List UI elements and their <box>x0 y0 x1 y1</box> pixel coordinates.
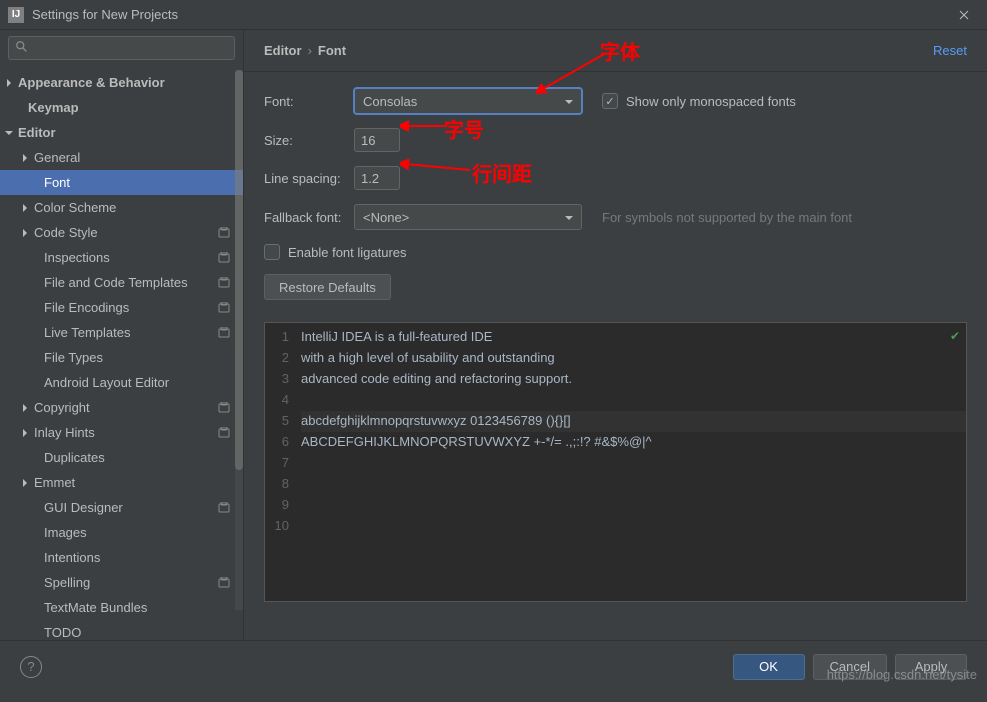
tree-arrow-icon <box>20 228 30 238</box>
tree-item-android-layout-editor[interactable]: Android Layout Editor <box>0 370 243 395</box>
tree-item-emmet[interactable]: Emmet <box>0 470 243 495</box>
window-title: Settings for New Projects <box>32 7 949 22</box>
search-input[interactable] <box>29 41 228 55</box>
ligatures-label: Enable font ligatures <box>288 245 407 260</box>
close-button[interactable] <box>949 0 979 30</box>
tree-item-spelling[interactable]: Spelling <box>0 570 243 595</box>
tree-item-label: Inlay Hints <box>34 425 95 440</box>
tree-item-label: Inspections <box>44 250 110 265</box>
reset-link[interactable]: Reset <box>933 43 967 58</box>
font-label: Font: <box>264 94 354 109</box>
tree-arrow-icon <box>20 478 30 488</box>
tree-item-file-and-code-templates[interactable]: File and Code Templates <box>0 270 243 295</box>
tree-item-inlay-hints[interactable]: Inlay Hints <box>0 420 243 445</box>
tree-item-label: Spelling <box>44 575 90 590</box>
tree-item-label: Color Scheme <box>34 200 116 215</box>
tree-item-label: Duplicates <box>44 450 105 465</box>
settings-tree[interactable]: Appearance & Behavior Keymap Editor General… <box>0 66 243 640</box>
project-badge-icon <box>217 326 231 340</box>
tree-item-label: Emmet <box>34 475 75 490</box>
tree-item-label: Code Style <box>34 225 98 240</box>
font-preview[interactable]: 12345678910 IntelliJ IDEA is a full-feat… <box>264 322 967 602</box>
fallback-hint: For symbols not supported by the main fo… <box>602 210 852 225</box>
project-badge-icon <box>217 401 231 415</box>
tree-item-label: Live Templates <box>44 325 130 340</box>
size-label: Size: <box>264 133 354 148</box>
tree-item-label: General <box>34 150 80 165</box>
tree-item-gui-designer[interactable]: GUI Designer <box>0 495 243 520</box>
tree-item-file-types[interactable]: File Types <box>0 345 243 370</box>
tree-arrow-icon <box>4 128 14 138</box>
tree-item-label: File and Code Templates <box>44 275 188 290</box>
tree-item-label: Copyright <box>34 400 90 415</box>
fallback-combobox[interactable]: <None> <box>354 204 582 230</box>
monospace-checkbox[interactable] <box>602 93 618 109</box>
project-badge-icon <box>217 301 231 315</box>
tree-item-label: Font <box>44 175 70 190</box>
preview-gutter: 12345678910 <box>265 323 295 601</box>
tree-item-label: Editor <box>18 125 56 140</box>
tree-item-keymap[interactable]: Keymap <box>0 95 243 120</box>
watermark: https://blog.csdn.net/tysite <box>827 667 977 682</box>
tree-item-color-scheme[interactable]: Color Scheme <box>0 195 243 220</box>
chevron-down-icon <box>565 94 573 109</box>
tree-item-editor[interactable]: Editor <box>0 120 243 145</box>
tree-item-copyright[interactable]: Copyright <box>0 395 243 420</box>
tree-arrow-icon <box>20 428 30 438</box>
monospace-label: Show only monospaced fonts <box>626 94 796 109</box>
tree-item-label: File Types <box>44 350 103 365</box>
search-icon <box>15 40 29 57</box>
spacing-label: Line spacing: <box>264 171 354 186</box>
chevron-down-icon <box>565 210 573 225</box>
tree-item-label: Intentions <box>44 550 100 565</box>
project-badge-icon <box>217 251 231 265</box>
tree-item-textmate-bundles[interactable]: TextMate Bundles <box>0 595 243 620</box>
ligatures-checkbox[interactable] <box>264 244 280 260</box>
tree-item-label: Images <box>44 525 87 540</box>
settings-search[interactable] <box>8 36 235 60</box>
tree-arrow-icon <box>20 203 30 213</box>
project-badge-icon <box>217 501 231 515</box>
ok-button[interactable]: OK <box>733 654 805 680</box>
tree-arrow-icon <box>20 153 30 163</box>
font-combobox[interactable]: Consolas <box>354 88 582 114</box>
tree-item-label: TODO <box>44 625 81 640</box>
tree-item-live-templates[interactable]: Live Templates <box>0 320 243 345</box>
tree-item-label: File Encodings <box>44 300 129 315</box>
tree-arrow-icon <box>20 403 30 413</box>
tree-item-code-style[interactable]: Code Style <box>0 220 243 245</box>
tree-item-label: GUI Designer <box>44 500 123 515</box>
tree-arrow-icon <box>4 78 14 88</box>
tree-item-label: Appearance & Behavior <box>18 75 165 90</box>
check-icon: ✔ <box>950 327 960 345</box>
project-badge-icon <box>217 226 231 240</box>
chevron-right-icon: › <box>302 43 318 58</box>
tree-item-general[interactable]: General <box>0 145 243 170</box>
tree-item-label: Keymap <box>28 100 79 115</box>
project-badge-icon <box>217 276 231 290</box>
tree-item-label: TextMate Bundles <box>44 600 147 615</box>
app-icon: IJ <box>8 7 24 23</box>
preview-code[interactable]: IntelliJ IDEA is a full-featured IDEwith… <box>295 323 966 601</box>
tree-item-font[interactable]: Font <box>0 170 243 195</box>
tree-item-duplicates[interactable]: Duplicates <box>0 445 243 470</box>
restore-defaults-button[interactable]: Restore Defaults <box>264 274 391 300</box>
help-button[interactable]: ? <box>20 656 42 678</box>
tree-item-inspections[interactable]: Inspections <box>0 245 243 270</box>
fallback-label: Fallback font: <box>264 210 354 225</box>
tree-item-file-encodings[interactable]: File Encodings <box>0 295 243 320</box>
breadcrumb: Editor›Font <box>264 43 346 58</box>
size-input[interactable] <box>354 128 400 152</box>
project-badge-icon <box>217 576 231 590</box>
tree-item-intentions[interactable]: Intentions <box>0 545 243 570</box>
tree-item-todo[interactable]: TODO <box>0 620 243 640</box>
tree-item-images[interactable]: Images <box>0 520 243 545</box>
tree-item-label: Android Layout Editor <box>44 375 169 390</box>
project-badge-icon <box>217 426 231 440</box>
tree-item-appearance-behavior[interactable]: Appearance & Behavior <box>0 70 243 95</box>
spacing-input[interactable] <box>354 166 400 190</box>
sidebar-scrollbar[interactable] <box>235 70 243 610</box>
